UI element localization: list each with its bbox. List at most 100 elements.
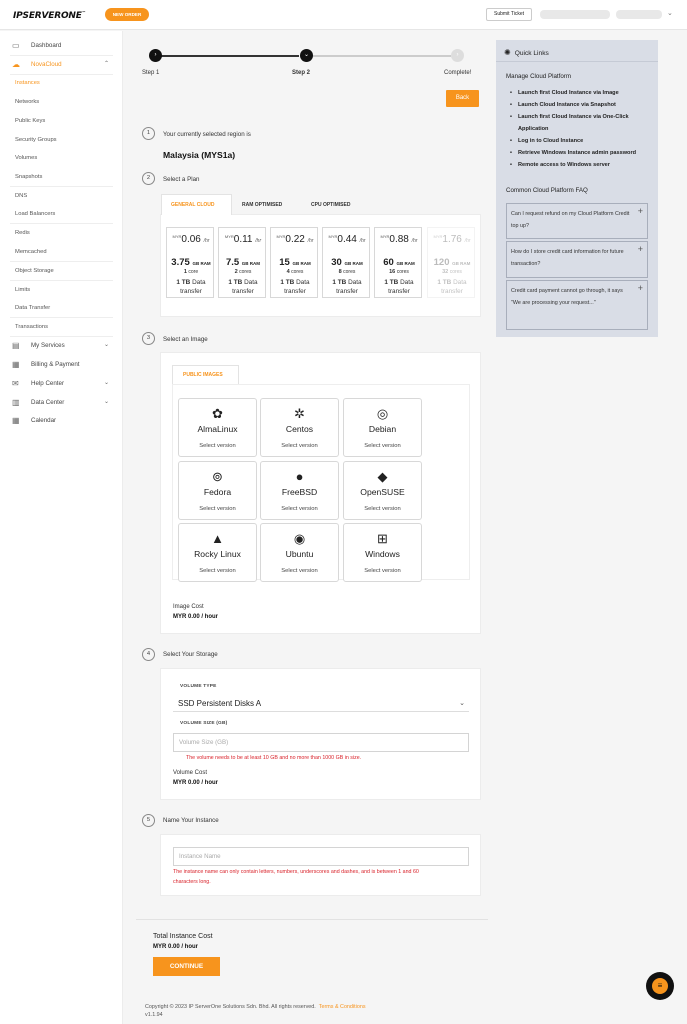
sidebar-sub-snapshots[interactable]: Snapshots: [0, 168, 123, 187]
faq-item[interactable]: Can I request refund on my Cloud Platfor…: [506, 203, 648, 239]
select-version-link[interactable]: Select version: [261, 568, 338, 574]
sidebar-item-billing[interactable]: ▦ Billing & Payment: [0, 356, 123, 374]
monitor-icon: ▭: [12, 41, 20, 50]
almalinux-icon: ✿: [212, 406, 223, 421]
image-name: Windows: [365, 549, 400, 559]
image-name: Ubuntu: [285, 549, 314, 559]
sidebar-item-help-center[interactable]: ✉ Help Center ⌄: [0, 375, 123, 393]
sidebar-sub-volumes[interactable]: Volumes: [0, 149, 123, 168]
sidebar-sub-instances[interactable]: Instances: [0, 74, 123, 93]
quick-link[interactable]: Log in to Cloud Instance: [510, 135, 652, 147]
image-cost-label: Image Cost: [173, 604, 204, 610]
select-version-link[interactable]: Select version: [261, 506, 338, 512]
volume-type-select[interactable]: SSD Persistent Disks A ⌄: [173, 695, 469, 712]
user-placeholder[interactable]: [616, 10, 662, 19]
sidebar-item-novacloud[interactable]: ☁ NovaCloud ⌃: [0, 56, 123, 74]
select-version-link[interactable]: Select version: [179, 443, 256, 449]
image-option[interactable]: ▲ Rocky Linux Select version: [178, 523, 257, 582]
sidebar-sub-data-transfer[interactable]: Data Transfer: [0, 299, 123, 318]
tab-ram-optimised[interactable]: RAM OPTIMISED: [242, 202, 282, 208]
sidebar-sub-dns[interactable]: DNS: [0, 187, 123, 206]
back-button[interactable]: Back: [446, 90, 479, 107]
plan-card-option[interactable]: MYR0.06 /hr 3.75 GB RAM 1 core 1 TB Data tr…: [166, 227, 214, 298]
plan-ram: 3.75 GB RAM: [171, 257, 211, 268]
sidebar-sub-memcached[interactable]: Memcached: [0, 243, 123, 262]
quick-links-panel: ✺Quick Links Manage Cloud Platform Launc…: [496, 40, 658, 337]
select-version-link[interactable]: Select version: [344, 568, 421, 574]
sidebar-item-data-center[interactable]: ▥ Data Center ⌄: [0, 394, 123, 412]
section-number: 1: [142, 127, 155, 140]
sidebar-sub-limits[interactable]: Limits: [0, 281, 123, 300]
new-order-button[interactable]: NEW ORDER: [105, 8, 149, 21]
sidebar-sub-load-balancers[interactable]: Load Balancers: [0, 205, 123, 224]
faq-item[interactable]: Credit card payment cannot go through, i…: [506, 280, 648, 330]
image-option[interactable]: ⊚ Fedora Select version: [178, 461, 257, 520]
tab-general-cloud[interactable]: GENERAL CLOUD: [171, 202, 215, 208]
faq-item[interactable]: How do I store credit card information f…: [506, 241, 648, 278]
image-option[interactable]: ✲ Centos Select version: [260, 398, 339, 457]
sidebar-sub-public-keys[interactable]: Public Keys: [0, 112, 123, 131]
quick-link[interactable]: Remote access to Windows server: [510, 159, 652, 171]
account-placeholder[interactable]: [540, 10, 610, 19]
chevron-down-icon: ⌄: [104, 342, 110, 348]
chevron-down-icon[interactable]: ⌄: [667, 9, 673, 17]
volume-type-caption: VOLUME TYPE: [180, 684, 217, 689]
sidebar-sub-transactions[interactable]: Transactions: [0, 318, 123, 337]
chevron-down-icon: ⌄: [104, 399, 110, 405]
image-cost-value: MYR 0.00 / hour: [173, 614, 219, 620]
image-name: Debian: [368, 424, 397, 434]
section-number: 4: [142, 648, 155, 661]
plus-icon: +: [637, 206, 643, 216]
stepper-line-done: [161, 55, 299, 57]
sidebar-sub-networks[interactable]: Networks: [0, 93, 123, 112]
plan-transfer: 1 TB Data transfer: [384, 279, 414, 295]
sidebar-item-my-services[interactable]: ▤ My Services ⌄: [0, 337, 123, 355]
logo[interactable]: IPSERVERONE™: [13, 10, 86, 21]
terms-link[interactable]: Terms & Conditions: [319, 1004, 366, 1010]
section-title: Select a Plan: [163, 176, 200, 183]
plan-transfer: 1 TB Data transfer: [228, 279, 258, 295]
select-version-link[interactable]: Select version: [179, 568, 256, 574]
continue-button[interactable]: CONTINUE: [153, 957, 220, 976]
data-center-icon: ▥: [12, 398, 20, 407]
quick-link[interactable]: Launch Cloud Instance via Snapshot: [510, 99, 652, 111]
image-name: Fedora: [203, 487, 232, 497]
volume-cost-label: Volume Cost: [173, 770, 208, 776]
plan-card-option[interactable]: MYR0.44 /hr 30 GB RAM 8 cores 1 TB Data tra…: [322, 227, 370, 298]
sidebar-sub-security-groups[interactable]: Security Groups: [0, 131, 123, 150]
region-label: Your currently selected region is: [163, 131, 251, 138]
image-name: FreeBSD: [281, 487, 318, 497]
quick-link[interactable]: Launch first Cloud Instance via One-Clic…: [510, 111, 652, 135]
quick-link[interactable]: Launch first Cloud Instance via Image: [510, 87, 652, 99]
plan-card-option[interactable]: MYR0.11 /hr 7.5 GB RAM 2 cores 1 TB Data tr…: [218, 227, 266, 298]
image-option[interactable]: ◉ Ubuntu Select version: [260, 523, 339, 582]
instance-name-input[interactable]: Instance Name: [173, 847, 469, 866]
image-option[interactable]: ⊞ Windows Select version: [343, 523, 422, 582]
sidebar-item-calendar[interactable]: ▦ Calendar: [0, 412, 123, 430]
sidebar-item-dashboard[interactable]: ▭ Dashboard: [0, 37, 123, 55]
image-option[interactable]: ◎ Debian Select version: [343, 398, 422, 457]
sidebar-sub-object-storage[interactable]: Object Storage: [0, 262, 123, 281]
faq-title: Common Cloud Platform FAQ: [506, 187, 588, 194]
freebsd-icon: ●: [295, 469, 304, 484]
volume-size-error: The volume needs to be at least 10 GB an…: [186, 755, 362, 761]
image-option[interactable]: ◆ OpenSUSE Select version: [343, 461, 422, 520]
sidebar-sub-redis[interactable]: Redis: [0, 224, 123, 243]
section-number: 5: [142, 814, 155, 827]
submit-ticket-button[interactable]: Submit Ticket: [486, 8, 532, 21]
select-version-link[interactable]: Select version: [344, 443, 421, 449]
section-title: Select Your Storage: [163, 651, 218, 658]
select-version-link[interactable]: Select version: [261, 443, 338, 449]
plan-card-option[interactable]: MYR0.22 /hr 15 GB RAM 4 cores 1 TB Data tra…: [270, 227, 318, 298]
image-option[interactable]: ✿ AlmaLinux Select version: [178, 398, 257, 457]
quick-link[interactable]: Retrieve Windows Instance admin password: [510, 147, 652, 159]
volume-size-input[interactable]: Volume Size (GB): [173, 733, 469, 752]
chat-button[interactable]: ≡: [646, 972, 674, 1000]
section-number: 3: [142, 332, 155, 345]
tab-cpu-optimised[interactable]: CPU OPTIMISED: [311, 202, 350, 208]
select-version-link[interactable]: Select version: [344, 506, 421, 512]
plan-card-option[interactable]: MYR0.88 /hr 60 GB RAM 16 cores 1 TB Data tr…: [374, 227, 422, 298]
image-option[interactable]: ● FreeBSD Select version: [260, 461, 339, 520]
select-version-link[interactable]: Select version: [179, 506, 256, 512]
tab-public-images[interactable]: PUBLIC IMAGES: [183, 372, 223, 378]
